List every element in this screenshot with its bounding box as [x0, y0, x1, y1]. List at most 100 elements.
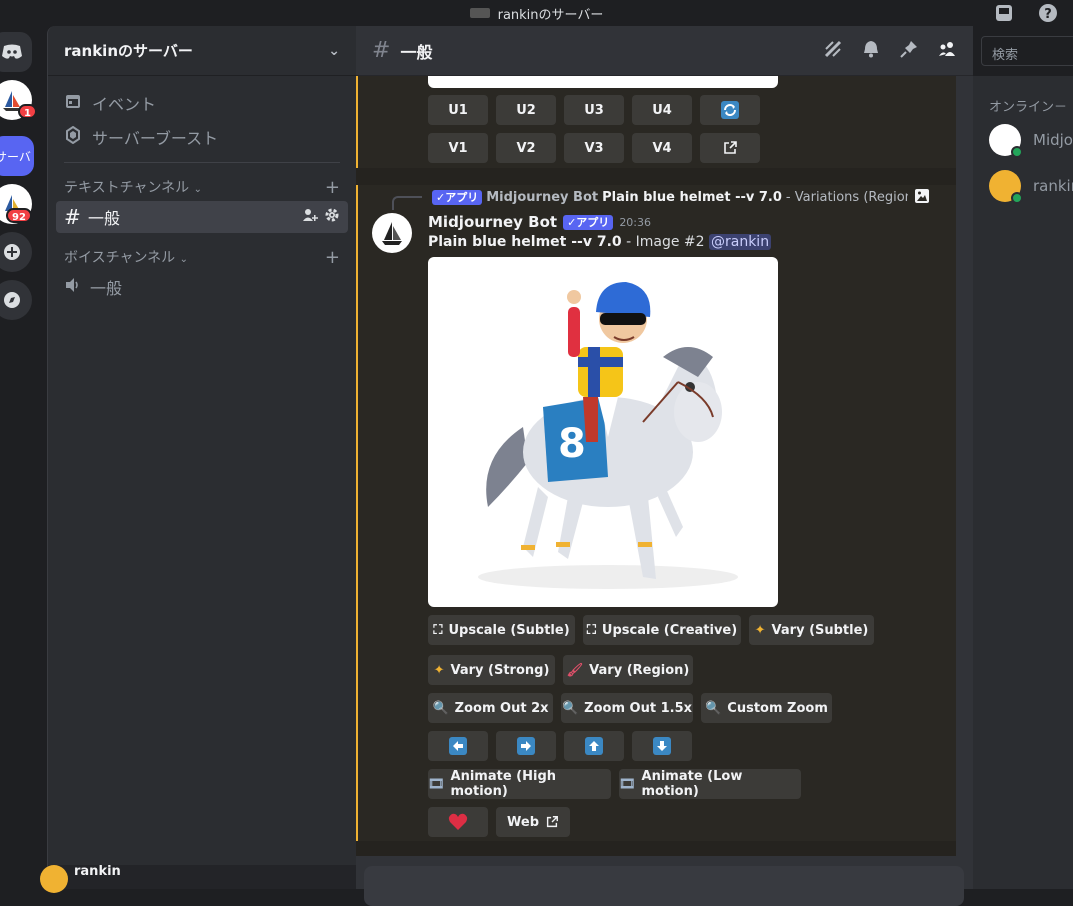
u4-button[interactable]: U4	[632, 95, 692, 125]
v1-button[interactable]: V1	[428, 133, 488, 163]
favorite-button[interactable]	[428, 807, 488, 837]
server-header[interactable]: rankinのサーバー ⌄	[48, 26, 356, 76]
u1-button[interactable]: U1	[428, 95, 488, 125]
generated-image[interactable]: 8	[428, 257, 778, 607]
vary-subtle-label: Vary (Subtle)	[771, 622, 869, 638]
reply-connector	[392, 196, 422, 210]
external-link-button[interactable]	[700, 133, 760, 163]
pan-down-button[interactable]	[632, 731, 692, 761]
reroll-button[interactable]	[700, 95, 760, 125]
calendar-icon	[64, 92, 82, 114]
server-rail: 1 サーバ 92	[0, 26, 46, 889]
channel-item-general[interactable]: # 一般	[56, 201, 348, 233]
member-item[interactable]: rankin	[973, 165, 1073, 207]
channel-title: 一般	[400, 42, 433, 62]
channel-label: 一般	[88, 209, 121, 228]
u2-button[interactable]: U2	[496, 95, 556, 125]
boost-icon	[64, 125, 82, 148]
invite-icon[interactable]	[302, 207, 318, 227]
magic-wand-icon: ✦	[433, 662, 445, 678]
server-active[interactable]: サーバ	[0, 136, 34, 176]
avatar[interactable]	[372, 213, 412, 253]
threads-icon[interactable]	[823, 39, 843, 63]
discord-home-icon[interactable]	[0, 32, 32, 72]
zoom-out-2x-label: Zoom Out 2x	[454, 700, 549, 716]
server-folder-icon[interactable]: 92	[0, 184, 32, 224]
pan-up-button[interactable]	[564, 731, 624, 761]
reply-author: Midjourney Bot	[486, 189, 599, 205]
text-category[interactable]: テキストチャンネル ⌄ +	[48, 175, 356, 199]
pan-right-button[interactable]	[496, 731, 556, 761]
zoom-out-2x-button[interactable]: 🔍 Zoom Out 2x	[428, 693, 553, 723]
help-icon[interactable]: ?	[1037, 2, 1059, 24]
message-list: U1 U2 U3 U4 V1 V2 V3 V4 ✓アプリ Midjourney …	[356, 76, 956, 856]
inbox-icon[interactable]	[993, 2, 1015, 24]
web-label: Web	[507, 814, 539, 830]
search-input[interactable]: 検索	[981, 36, 1073, 66]
chevron-down-icon: ⌄	[328, 42, 340, 59]
arrow-up-icon	[585, 737, 603, 755]
add-channel-icon[interactable]: +	[325, 247, 340, 268]
sidebar-events[interactable]: イベント	[48, 86, 356, 120]
v4-button[interactable]: V4	[632, 133, 692, 163]
bell-icon[interactable]	[861, 39, 881, 63]
channel-item-voice[interactable]: 一般	[56, 271, 348, 303]
pin-icon[interactable]	[899, 39, 919, 63]
pan-left-button[interactable]	[428, 731, 488, 761]
animate-high-label: Animate (High motion)	[450, 769, 557, 799]
web-button[interactable]: Web	[496, 807, 570, 837]
vary-strong-button[interactable]: ✦ Vary (Strong)	[428, 655, 555, 685]
server-active-label: サーバ	[0, 149, 31, 164]
message-composer[interactable]	[364, 866, 964, 906]
animate-high-button[interactable]: 🎞 Animate (High motion)	[428, 769, 611, 799]
reply-preview[interactable]: ✓アプリ Midjourney Bot Plain blue helmet --…	[428, 189, 908, 205]
zoom-out-15x-button[interactable]: 🔍 Zoom Out 1.5x	[561, 693, 693, 723]
animate-low-button[interactable]: 🎞 Animate (Low motion)	[619, 769, 801, 799]
vary-region-button[interactable]: 🖌 Vary (Region)	[563, 655, 693, 685]
custom-zoom-label: Custom Zoom	[727, 700, 828, 716]
previous-image[interactable]	[428, 76, 778, 88]
channel-header: # 一般	[356, 26, 973, 76]
window-title: rankinのサーバー	[497, 7, 604, 23]
user-mention[interactable]: @rankin	[708, 234, 772, 250]
discover-icon[interactable]	[0, 280, 32, 320]
sidebar-boost[interactable]: サーバーブースト	[48, 120, 356, 154]
reply-rest: - Variations (Region) b...	[785, 189, 908, 205]
magic-wand-icon: ✦	[754, 622, 766, 638]
svg-text:8: 8	[558, 421, 586, 467]
u3-button[interactable]: U3	[564, 95, 624, 125]
svg-text:?: ?	[1044, 7, 1052, 22]
server-midjourney-icon[interactable]: 1	[0, 80, 37, 120]
member-name: rankin	[1033, 177, 1073, 195]
heart-icon	[448, 813, 468, 830]
hash-icon: #	[64, 205, 81, 229]
v3-button[interactable]: V3	[564, 133, 624, 163]
external-link-icon	[724, 141, 737, 154]
divider	[64, 162, 340, 163]
members-icon[interactable]	[937, 39, 957, 63]
message-author[interactable]: Midjourney Bot	[428, 213, 557, 231]
server-badge: 1	[18, 104, 37, 119]
magnifier-icon: 🔍	[705, 700, 722, 716]
v2-button[interactable]: V2	[496, 133, 556, 163]
user-name: rankin	[74, 864, 121, 879]
custom-zoom-button[interactable]: 🔍 Custom Zoom	[701, 693, 832, 723]
online-status-icon	[1011, 192, 1023, 204]
add-channel-icon[interactable]: +	[325, 177, 340, 198]
vary-subtle-button[interactable]: ✦ Vary (Subtle)	[749, 615, 874, 645]
upscale-subtle-button[interactable]: ⛶ Upscale (Subtle)	[428, 615, 575, 645]
gear-icon[interactable]	[324, 207, 340, 227]
add-server-icon[interactable]	[0, 232, 32, 272]
upscale-subtle-label: Upscale (Subtle)	[448, 622, 570, 638]
member-item[interactable]: Midjo	[973, 119, 1073, 161]
upscale-creative-button[interactable]: ⛶ Upscale (Creative)	[583, 615, 741, 645]
member-name: Midjo	[1033, 131, 1073, 149]
upscale-creative-label: Upscale (Creative)	[601, 622, 738, 638]
image-icon	[914, 188, 930, 208]
voice-category[interactable]: ボイスチャンネル ⌄ +	[48, 245, 356, 269]
app-logo-icon	[469, 8, 490, 18]
reply-prompt: Plain blue helmet --v 7.0	[602, 189, 782, 205]
message-header: Midjourney Bot ✓アプリ 20:36	[428, 213, 651, 231]
expand-icon: ⛶	[586, 622, 596, 638]
text-category-label: テキストチャンネル	[64, 180, 190, 196]
